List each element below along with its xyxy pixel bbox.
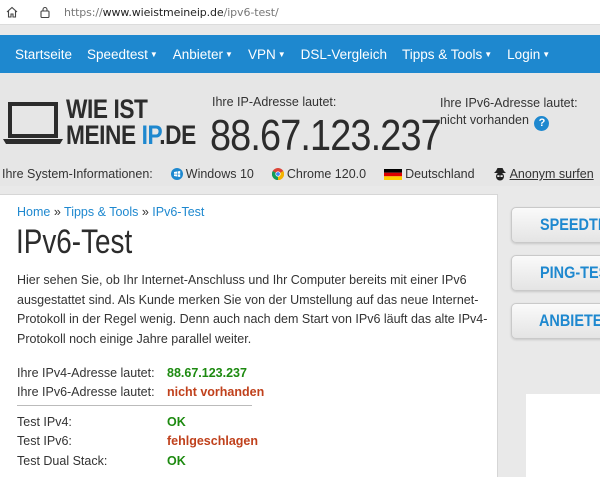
ip-value: 88.67.123.237 — [210, 111, 442, 160]
ipv6-info: Ihre IPv6-Adresse lautet: nicht vorhande… — [440, 95, 600, 131]
nav-item-anbieter[interactable]: Anbieter ▼ — [173, 47, 233, 62]
result-label: Ihre IPv6-Adresse lautet: — [17, 385, 155, 400]
lock-icon[interactable] — [40, 6, 50, 18]
result-row-ipv4: Ihre IPv4-Adresse lautet: 88.67.123.237 — [17, 363, 264, 383]
url-scheme: https:// — [64, 5, 103, 19]
nav-item-vpn[interactable]: VPN ▼ — [248, 47, 286, 62]
os-info: Windows 10 — [170, 167, 254, 181]
brand-meine: MEINE — [66, 120, 142, 150]
test-row-ipv6: Test IPv6: fehlgeschlagen — [17, 432, 264, 452]
home-icon[interactable] — [6, 6, 18, 18]
crumb-tips-tools[interactable]: Tipps & Tools — [64, 205, 138, 219]
test-label: Test Dual Stack: — [17, 453, 108, 468]
page-title: IPv6-Test — [16, 223, 133, 261]
nav-item-label: Startseite — [15, 46, 73, 62]
country-info: Deutschland — [384, 167, 475, 181]
nav-item-label: Login — [507, 46, 541, 62]
url-text[interactable]: https://www.wieistmeineip.de/ipv6-test/ — [64, 6, 279, 19]
intro-text: Hier sehen Sie, ob Ihr Internet-Anschlus… — [17, 273, 488, 346]
nav-item-label: Tipps & Tools — [401, 46, 483, 62]
nav-item-label: Speedtest — [87, 46, 148, 62]
nav-item-tipps-tools[interactable]: Tipps & Tools ▼ — [402, 47, 492, 62]
address-bar[interactable]: https://www.wieistmeineip.de/ipv6-test/ — [0, 0, 600, 25]
system-info-bar: Ihre System-Informationen: Windows 10 Ch… — [0, 162, 600, 186]
result-value: 88.67.123.237 — [167, 365, 247, 380]
test-status: fehlgeschlagen — [167, 434, 258, 449]
crumb-separator: » — [141, 205, 149, 219]
sidebar-button-label: PING-TEST — [540, 263, 600, 282]
dropdown-caret-icon: ▼ — [225, 49, 233, 59]
browser-info: Chrome 120.0 — [271, 167, 367, 181]
germany-flag-icon — [384, 168, 403, 180]
nav-item-label: DSL-Vergleich — [300, 46, 387, 62]
help-icon[interactable]: ? — [534, 116, 550, 131]
nav-item-login[interactable]: Login ▼ — [507, 47, 550, 62]
ipv6-value: nicht vorhanden — [440, 113, 529, 127]
nav-item-startseite[interactable]: Startseite — [15, 47, 72, 62]
main-content: Home » Tipps & Tools » IPv6-Test IPv6-Te… — [0, 194, 498, 477]
dropdown-caret-icon: ▼ — [149, 49, 158, 59]
site-header: WIE IST MEINE IP.DE Ihre IP-Adresse laut… — [0, 73, 600, 165]
crumb-ipv6-test[interactable]: IPv6-Test — [152, 205, 204, 219]
dropdown-caret-icon: ▼ — [277, 49, 286, 59]
sidebar-button-label: ANBIETER — [539, 311, 600, 330]
brand-ip: IP — [141, 120, 160, 150]
ipv6-value-line: nicht vorhanden ? — [440, 112, 600, 131]
os-name: Windows 10 — [185, 167, 254, 181]
dropdown-caret-icon: ▼ — [542, 49, 551, 59]
main-nav: Startseite Speedtest ▼ Anbieter ▼ VPN ▼ DSL-Ver… — [0, 35, 600, 73]
browser-name: Chrome 120.0 — [286, 167, 367, 181]
test-status: OK — [167, 453, 186, 468]
windows-icon — [170, 168, 183, 180]
test-row-ipv4: Test IPv4: OK — [17, 412, 264, 432]
sidebar-panel — [526, 394, 600, 477]
result-divider — [17, 405, 252, 406]
ip-label: Ihre IP-Adresse lautet: — [212, 95, 337, 109]
laptop-logo-icon[interactable] — [2, 102, 64, 146]
chrome-icon — [271, 168, 284, 180]
brand-line-1: WIE IST — [66, 94, 148, 124]
country-name: Deutschland — [405, 167, 475, 181]
sidebar-button-label: SPEEDTEST — [540, 215, 600, 234]
brand-line-2: MEINE IP.DE — [66, 120, 196, 150]
nav-item-label: Anbieter — [172, 46, 224, 62]
nav-item-label: VPN — [247, 46, 276, 62]
result-row-ipv6: Ihre IPv6-Adresse lautet: nicht vorhande… — [17, 383, 264, 403]
brand-tld: .DE — [159, 120, 196, 150]
result-value: nicht vorhanden — [167, 385, 265, 400]
sidebar-ping-test-button[interactable]: PING-TEST — [511, 255, 600, 291]
anon-surf-link[interactable]: Anonym surfen — [510, 167, 594, 181]
brand-logo[interactable]: WIE IST MEINE IP.DE — [66, 94, 196, 150]
sidebar-anbieter-button[interactable]: ANBIETER — [511, 303, 600, 339]
nav-item-dsl-vergleich[interactable]: DSL-Vergleich — [301, 47, 387, 62]
test-row-dual-stack: Test Dual Stack: OK — [17, 451, 264, 471]
result-label: Ihre IPv4-Adresse lautet: — [17, 365, 155, 380]
test-label: Test IPv6: — [17, 434, 72, 449]
test-status: OK — [167, 414, 186, 429]
spy-icon — [493, 168, 506, 181]
crumb-separator: » — [53, 205, 61, 219]
system-info-label: Ihre System-Informationen: — [2, 167, 153, 181]
anon-link-wrap[interactable]: Anonym surfen — [493, 167, 594, 181]
nav-item-speedtest[interactable]: Speedtest ▼ — [87, 47, 158, 62]
breadcrumb: Home » Tipps & Tools » IPv6-Test — [17, 205, 204, 219]
result-table: Ihre IPv4-Adresse lautet: 88.67.123.237 … — [17, 363, 264, 471]
sidebar-speedtest-button[interactable]: SPEEDTEST — [511, 207, 600, 243]
url-host: www.wieistmeineip.de — [102, 5, 224, 19]
dropdown-caret-icon: ▼ — [484, 49, 493, 59]
test-label: Test IPv4: — [17, 414, 72, 429]
ipv6-label: Ihre IPv6-Adresse lautet: — [440, 96, 578, 110]
crumb-home[interactable]: Home — [17, 205, 50, 219]
url-path: /ipv6-test/ — [223, 5, 279, 19]
